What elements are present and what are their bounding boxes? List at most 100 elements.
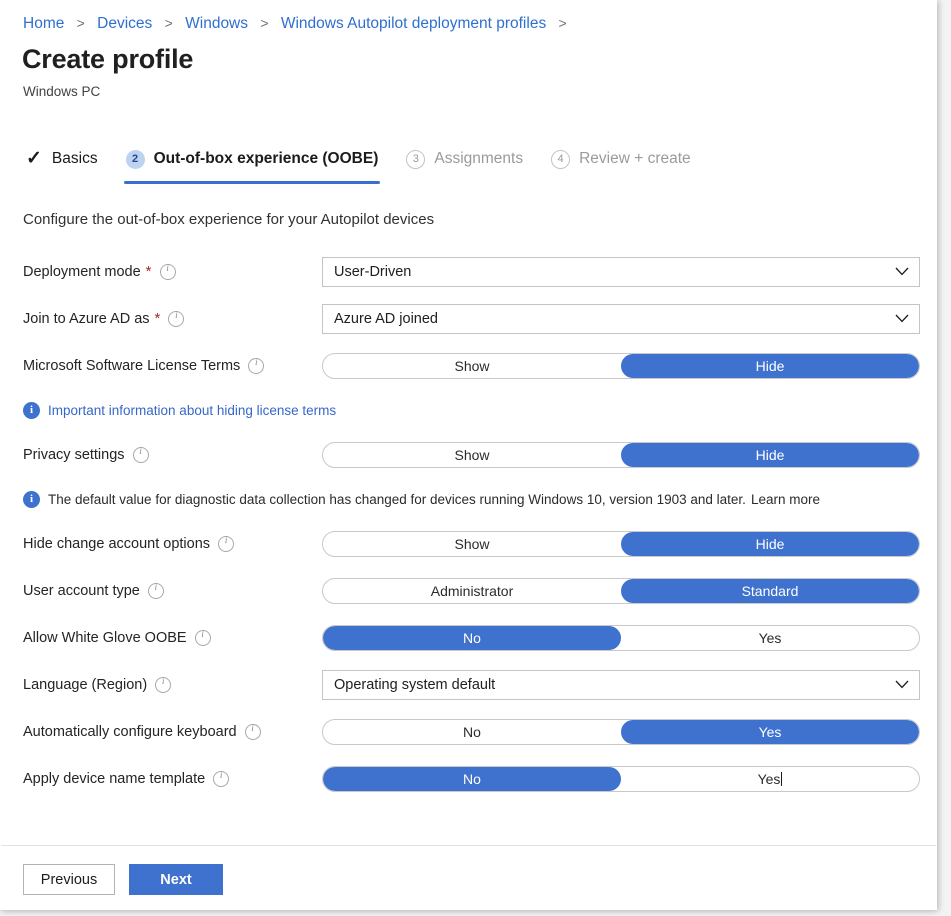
dropdown-value: Azure AD joined: [323, 311, 885, 327]
toggle-privacy-settings[interactable]: Show Hide: [322, 442, 920, 468]
label-text: Privacy settings: [23, 447, 125, 463]
toggle-option-standard[interactable]: Standard: [621, 579, 919, 603]
info-icon[interactable]: [195, 630, 211, 646]
previous-button[interactable]: Previous: [23, 864, 115, 895]
toggle-allow-white-glove-oobe[interactable]: No Yes: [322, 625, 920, 651]
toggle-hide-change-account-options[interactable]: Show Hide: [322, 531, 920, 557]
dropdown-value: User-Driven: [323, 264, 885, 280]
dropdown-value: Operating system default: [323, 677, 885, 693]
toggle-option-yes[interactable]: Yes: [621, 767, 919, 791]
chevron-down-icon: [885, 314, 919, 323]
breadcrumb-item-autopilot-profiles[interactable]: Windows Autopilot deployment profiles: [281, 15, 546, 32]
toggle-option-yes-label: Yes: [758, 771, 781, 787]
notice-content: i Important information about hiding lic…: [23, 402, 336, 419]
notice-license-terms: i Important information about hiding lic…: [0, 389, 937, 431]
label-text: Hide change account options: [23, 536, 210, 552]
dropdown-join-azure-ad[interactable]: Azure AD joined: [322, 304, 920, 334]
control-privacy-settings: Show Hide: [322, 442, 920, 468]
dropdown-deployment-mode[interactable]: User-Driven: [322, 257, 920, 287]
next-button[interactable]: Next: [129, 864, 223, 895]
toggle-option-show[interactable]: Show: [323, 532, 621, 556]
label-text: Allow White Glove OOBE: [23, 630, 187, 646]
field-label-privacy-settings: Privacy settings: [23, 447, 149, 463]
required-asterisk: *: [146, 264, 152, 279]
control-join-azure-ad: Azure AD joined: [322, 304, 920, 334]
control-hide-change-account-options: Show Hide: [322, 531, 920, 557]
toggle-option-hide[interactable]: Hide: [621, 443, 919, 467]
control-apply-device-name-template: No Yes: [322, 766, 920, 792]
toggle-option-no[interactable]: No: [323, 626, 621, 650]
field-label-user-account-type: User account type: [23, 583, 164, 599]
toggle-option-show[interactable]: Show: [323, 354, 621, 378]
step-number-badge: 3: [406, 150, 425, 169]
toggle-auto-configure-keyboard[interactable]: No Yes: [322, 719, 920, 745]
toggle-license-terms[interactable]: Show Hide: [322, 353, 920, 379]
toggle-option-no[interactable]: No: [323, 720, 621, 744]
tab-oobe[interactable]: 2 Out-of-box experience (OOBE): [124, 142, 381, 176]
row-license-terms: Microsoft Software License Terms Show Hi…: [0, 342, 937, 389]
control-user-account-type: Administrator Standard: [322, 578, 920, 604]
row-auto-configure-keyboard: Automatically configure keyboard No Yes: [0, 708, 937, 755]
blade-panel: Home > Devices > Windows > Windows Autop…: [0, 0, 937, 910]
toggle-option-yes[interactable]: Yes: [621, 720, 919, 744]
tab-assignments[interactable]: 3 Assignments: [404, 142, 525, 176]
toggle-option-show[interactable]: Show: [323, 443, 621, 467]
section-description: Configure the out-of-box experience for …: [23, 211, 434, 228]
breadcrumb-item-devices[interactable]: Devices: [97, 15, 152, 32]
toggle-option-hide[interactable]: Hide: [621, 532, 919, 556]
info-icon[interactable]: [133, 447, 149, 463]
page-root: Home > Devices > Windows > Windows Autop…: [0, 0, 951, 916]
tab-basics[interactable]: ✓ Basics: [24, 142, 100, 176]
breadcrumb-item-windows[interactable]: Windows: [185, 15, 248, 32]
toggle-apply-device-name-template[interactable]: No Yes: [322, 766, 920, 792]
learn-more-link[interactable]: Learn more: [751, 492, 820, 507]
label-text: Language (Region): [23, 677, 147, 693]
notice-privacy-settings: i The default value for diagnostic data …: [0, 478, 937, 520]
field-label-deployment-mode: Deployment mode *: [23, 264, 176, 280]
row-hide-change-account-options: Hide change account options Show Hide: [0, 520, 937, 567]
toggle-option-yes[interactable]: Yes: [621, 626, 919, 650]
info-icon[interactable]: [213, 771, 229, 787]
info-icon[interactable]: [160, 264, 176, 280]
info-icon: i: [23, 491, 40, 508]
control-allow-white-glove-oobe: No Yes: [322, 625, 920, 651]
step-number-badge: 2: [126, 150, 145, 169]
breadcrumb: Home > Devices > Windows > Windows Autop…: [23, 13, 575, 34]
info-icon[interactable]: [148, 583, 164, 599]
label-text: Deployment mode: [23, 264, 141, 280]
page-title: Create profile: [22, 44, 193, 75]
footer-actions: Previous Next: [23, 864, 223, 895]
info-icon[interactable]: [248, 358, 264, 374]
info-icon: i: [23, 402, 40, 419]
notice-license-link[interactable]: Important information about hiding licen…: [48, 403, 336, 418]
wizard-steps: ✓ Basics 2 Out-of-box experience (OOBE) …: [24, 142, 717, 176]
toggle-option-no[interactable]: No: [323, 767, 621, 791]
dropdown-language-region[interactable]: Operating system default: [322, 670, 920, 700]
field-label-auto-configure-keyboard: Automatically configure keyboard: [23, 724, 261, 740]
row-allow-white-glove-oobe: Allow White Glove OOBE No Yes: [0, 614, 937, 661]
field-label-license-terms: Microsoft Software License Terms: [23, 358, 264, 374]
row-apply-device-name-template: Apply device name template No Yes: [0, 755, 937, 802]
tab-review-create[interactable]: 4 Review + create: [549, 142, 693, 176]
label-text: Apply device name template: [23, 771, 205, 787]
field-label-apply-device-name-template: Apply device name template: [23, 771, 229, 787]
breadcrumb-separator-icon: >: [260, 15, 268, 31]
check-icon: ✓: [26, 149, 42, 168]
step-number-badge: 4: [551, 150, 570, 169]
footer-divider: [1, 845, 936, 846]
text-cursor: [781, 772, 782, 786]
breadcrumb-separator-icon: >: [559, 15, 567, 31]
breadcrumb-item-home[interactable]: Home: [23, 15, 64, 32]
chevron-down-icon: [885, 267, 919, 276]
toggle-option-administrator[interactable]: Administrator: [323, 579, 621, 603]
field-label-join-azure-ad: Join to Azure AD as *: [23, 311, 184, 327]
info-icon[interactable]: [245, 724, 261, 740]
tab-assignments-label: Assignments: [434, 150, 523, 168]
info-icon[interactable]: [218, 536, 234, 552]
notice-content: i The default value for diagnostic data …: [23, 491, 820, 508]
toggle-user-account-type[interactable]: Administrator Standard: [322, 578, 920, 604]
info-icon[interactable]: [155, 677, 171, 693]
required-asterisk: *: [155, 311, 161, 326]
info-icon[interactable]: [168, 311, 184, 327]
toggle-option-hide[interactable]: Hide: [621, 354, 919, 378]
